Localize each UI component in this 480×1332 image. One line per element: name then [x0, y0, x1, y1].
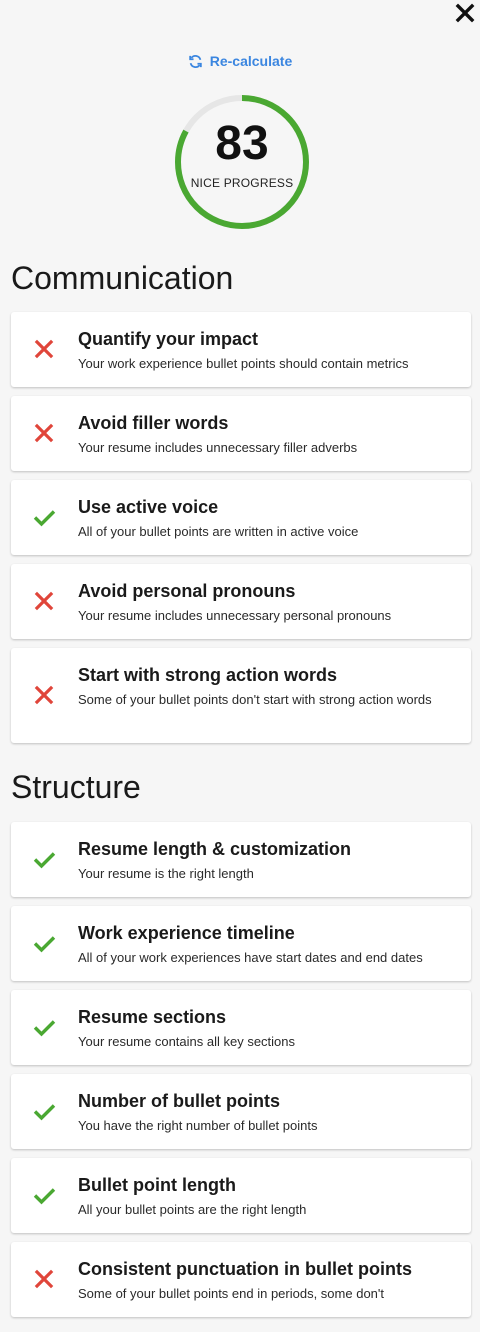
cross-icon: [34, 339, 54, 359]
section-title-structure: Structure: [11, 769, 141, 805]
check-item-description: Some of your bullet points end in period…: [78, 1286, 384, 1301]
cross-icon: [34, 423, 54, 443]
check-icon: [33, 1104, 56, 1121]
check-item-title: Resume length & customization: [78, 839, 352, 859]
check-item-description: Some of your bullet points don't start w…: [78, 692, 432, 707]
refresh-icon: [189, 54, 202, 68]
recalculate-button[interactable]: Re-calculate: [0, 53, 480, 69]
recalculate-label: Re-calculate: [209, 53, 293, 69]
check-item-filler-words[interactable]: Avoid filler words Your resume includes …: [11, 396, 471, 471]
cross-icon: [34, 591, 54, 611]
check-item-description: Your resume is the right length: [78, 866, 254, 881]
check-item-title: Work experience timeline: [78, 923, 295, 943]
check-icon: [33, 852, 56, 869]
check-icon: [33, 1188, 56, 1205]
check-item-work-timeline[interactable]: Work experience timeline All of your wor…: [11, 906, 471, 981]
check-icon: [33, 936, 56, 953]
check-item-action-words[interactable]: Start with strong action words Some of y…: [11, 648, 471, 743]
check-item-description: Your resume contains all key sections: [78, 1034, 296, 1049]
check-item-resume-sections[interactable]: Resume sections Your resume contains all…: [11, 990, 471, 1065]
check-item-resume-length[interactable]: Resume length & customization Your resum…: [11, 822, 471, 897]
check-item-personal-pronouns[interactable]: Avoid personal pronouns Your resume incl…: [11, 564, 471, 639]
check-item-punctuation[interactable]: Consistent punctuation in bullet points …: [11, 1242, 471, 1317]
check-item-description: All of your bullet points are written in…: [78, 524, 359, 539]
check-item-active-voice[interactable]: Use active voice All of your bullet poin…: [11, 480, 471, 555]
score-gauge: 83 NICE PROGRESS: [172, 92, 312, 232]
check-item-description: Your resume includes unnecessary filler …: [78, 440, 358, 455]
close-icon[interactable]: [454, 2, 476, 24]
check-item-title: Resume sections: [78, 1007, 227, 1027]
check-item-title: Avoid filler words: [78, 413, 229, 433]
check-item-bullet-count[interactable]: Number of bullet points You have the rig…: [11, 1074, 471, 1149]
score-label: NICE PROGRESS: [190, 176, 294, 190]
cross-icon: [34, 1269, 54, 1289]
close-button[interactable]: [454, 2, 476, 24]
check-item-description: All of your work experiences have start …: [78, 950, 423, 965]
check-item-title: Quantify your impact: [78, 329, 259, 349]
check-item-description: You have the right number of bullet poin…: [78, 1118, 318, 1133]
check-item-title: Consistent punctuation in bullet points: [78, 1259, 412, 1279]
check-icon: [33, 1020, 56, 1037]
score-value: 83: [215, 117, 269, 170]
check-item-bullet-length[interactable]: Bullet point length All your bullet poin…: [11, 1158, 471, 1233]
cross-icon: [34, 685, 54, 705]
check-item-title: Number of bullet points: [78, 1091, 280, 1111]
check-item-title: Start with strong action words: [78, 665, 338, 685]
check-item-description: Your work experience bullet points shoul…: [78, 356, 409, 371]
check-icon: [33, 510, 56, 527]
check-item-title: Bullet point length: [78, 1175, 236, 1195]
section-title-communication: Communication: [11, 260, 234, 296]
check-item-description: Your resume includes unnecessary persona…: [78, 608, 392, 623]
check-item-description: All your bullet points are the right len…: [78, 1202, 307, 1217]
check-item-title: Avoid personal pronouns: [78, 581, 296, 601]
check-item-title: Use active voice: [78, 497, 219, 517]
check-item-quantify-impact[interactable]: Quantify your impact Your work experienc…: [11, 312, 471, 387]
